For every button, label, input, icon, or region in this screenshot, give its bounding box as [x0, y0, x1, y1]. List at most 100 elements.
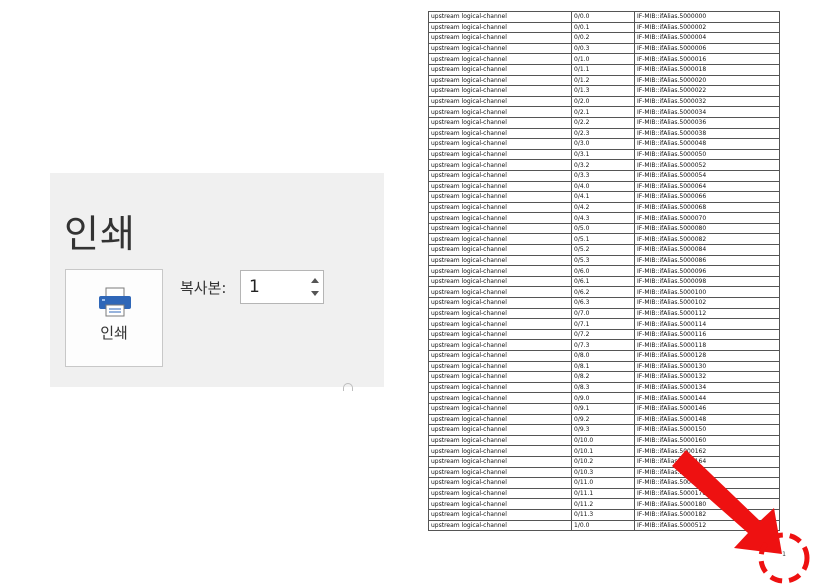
table-cell: upstream logical-channel: [428, 455, 572, 468]
table-cell: 0/8.2: [571, 371, 635, 383]
table-cell: IF-MIB::ifAlias.5000036: [634, 116, 780, 129]
table-cell: upstream logical-channel: [428, 381, 572, 394]
table-cell: IF-MIB::ifAlias.5000098: [634, 275, 780, 288]
table-cell: 0/11.1: [571, 487, 635, 500]
table-row: upstream logical-channel 0/2.0 IF-MIB::ifA…: [428, 95, 780, 108]
table-cell: 0/2.1: [571, 106, 635, 118]
table-cell: 0/4.3: [571, 212, 635, 224]
table-row: upstream logical-channel 0/9.0 IF-MIB::ifA…: [428, 392, 780, 404]
table-cell: IF-MIB::ifAlias.5000052: [634, 159, 780, 171]
table-cell: upstream logical-channel: [428, 95, 572, 108]
table-cell: upstream logical-channel: [428, 53, 572, 65]
table-cell: IF-MIB::ifAlias.5000064: [634, 180, 780, 193]
table-row: upstream logical-channel 0/0.0 IF-MIB::ifA…: [428, 11, 780, 23]
print-button[interactable]: 인쇄: [65, 269, 163, 367]
table-cell: 0/0.2: [571, 32, 635, 44]
table-cell: 0/2.3: [571, 127, 635, 140]
table-cell: IF-MIB::ifAlias.5000096: [634, 265, 780, 277]
table-cell: 0/9.1: [571, 402, 635, 415]
table-cell: 0/1.0: [571, 53, 635, 65]
table-cell: 0/5.3: [571, 254, 635, 267]
table-cell: 0/5.1: [571, 233, 635, 246]
page-number: 1: [782, 551, 786, 558]
table-cell: IF-MIB::ifAlias.5000102: [634, 297, 780, 309]
table-cell: upstream logical-channel: [428, 116, 572, 129]
table-cell: upstream logical-channel: [428, 519, 572, 532]
table-cell: IF-MIB::ifAlias.5000082: [634, 233, 780, 246]
table-cell: 0/1.2: [571, 74, 635, 87]
table-cell: IF-MIB::ifAlias.5000016: [634, 53, 780, 65]
table-cell: 0/8.3: [571, 381, 635, 394]
table-cell: 0/0.0: [571, 11, 635, 23]
table-cell: upstream logical-channel: [428, 297, 572, 309]
table-cell: IF-MIB::ifAlias.5000048: [634, 138, 780, 150]
table-cell: upstream logical-channel: [428, 11, 572, 23]
table-cell: 0/8.0: [571, 350, 635, 362]
table-cell: IF-MIB::ifAlias.5000148: [634, 413, 780, 426]
table-cell: 0/9.0: [571, 392, 635, 404]
table-row: upstream logical-channel 0/8.2 IF-MIB::ifA…: [428, 371, 780, 383]
table-cell: 0/0.1: [571, 21, 635, 34]
table-row: upstream logical-channel 0/0.1 IF-MIB::ifA…: [428, 21, 780, 34]
table-row: upstream logical-channel 0/1.2 IF-MIB::ifA…: [428, 74, 780, 87]
table-cell: upstream logical-channel: [428, 222, 572, 235]
table-cell: upstream logical-channel: [428, 318, 572, 330]
table-row: upstream logical-channel 0/4.2 IF-MIB::ifA…: [428, 201, 780, 214]
table-cell: upstream logical-channel: [428, 233, 572, 246]
table-cell: upstream logical-channel: [428, 424, 572, 436]
table-cell: IF-MIB::ifAlias.5000132: [634, 371, 780, 383]
table-cell: IF-MIB::ifAlias.5000032: [634, 95, 780, 108]
spin-down-icon[interactable]: [308, 287, 322, 301]
table-cell: 1/0.0: [571, 519, 635, 532]
table-row: upstream logical-channel 0/8.1 IF-MIB::ifA…: [428, 360, 780, 373]
dashed-circle-icon: [758, 532, 810, 584]
spin-up-icon[interactable]: [308, 273, 322, 287]
table-cell: upstream logical-channel: [428, 286, 572, 299]
table-row: upstream logical-channel 0/0.3 IF-MIB::ifA…: [428, 42, 780, 55]
table-cell: 0/11.3: [571, 508, 635, 521]
table-cell: 0/10.3: [571, 466, 635, 479]
help-icon: [343, 383, 353, 391]
table-cell: upstream logical-channel: [428, 402, 572, 415]
table-cell: IF-MIB::ifAlias.5000000: [634, 11, 780, 23]
table-row: upstream logical-channel 0/9.1 IF-MIB::ifA…: [428, 402, 780, 415]
table-cell: IF-MIB::ifAlias.5000118: [634, 339, 780, 351]
table-cell: upstream logical-channel: [428, 508, 572, 521]
table-cell: 0/4.1: [571, 191, 635, 203]
table-row: upstream logical-channel 0/10.0 IF-MIB::if…: [428, 434, 780, 447]
table-cell: 0/5.0: [571, 222, 635, 235]
table-cell: IF-MIB::ifAlias.5000128: [634, 350, 780, 362]
table-cell: 0/6.2: [571, 286, 635, 299]
table-cell: 0/4.2: [571, 201, 635, 214]
table-cell: 0/7.1: [571, 318, 635, 330]
table-cell: IF-MIB::ifAlias.5000086: [634, 254, 780, 267]
table-row: upstream logical-channel 0/3.1 IF-MIB::ifA…: [428, 148, 780, 161]
table-cell: 0/7.2: [571, 328, 635, 341]
table-cell: upstream logical-channel: [428, 434, 572, 447]
table-cell: 0/6.1: [571, 275, 635, 288]
table-cell: 0/1.1: [571, 63, 635, 76]
table-cell: upstream logical-channel: [428, 191, 572, 203]
table-cell: IF-MIB::ifAlias.5000116: [634, 328, 780, 341]
table-cell: upstream logical-channel: [428, 106, 572, 118]
table-cell: IF-MIB::ifAlias.5000150: [634, 424, 780, 436]
table-cell: upstream logical-channel: [428, 74, 572, 87]
table-cell: 0/3.2: [571, 159, 635, 171]
table-cell: IF-MIB::ifAlias.5000066: [634, 191, 780, 203]
table-row: upstream logical-channel 0/2.3 IF-MIB::ifA…: [428, 127, 780, 140]
table-cell: upstream logical-channel: [428, 350, 572, 362]
table-row: upstream logical-channel 0/5.0 IF-MIB::ifA…: [428, 222, 780, 235]
table-cell: IF-MIB::ifAlias.5000130: [634, 360, 780, 373]
table-row: upstream logical-channel 0/7.0 IF-MIB::ifA…: [428, 307, 780, 320]
table-cell: upstream logical-channel: [428, 371, 572, 383]
print-panel: 인쇄 인쇄 복사본:: [50, 173, 384, 391]
table-row: upstream logical-channel 0/3.0 IF-MIB::ifA…: [428, 138, 780, 150]
table-row: upstream logical-channel 0/5.3 IF-MIB::ifA…: [428, 254, 780, 267]
table-cell: upstream logical-channel: [428, 466, 572, 479]
table-row: upstream logical-channel 0/4.0 IF-MIB::ifA…: [428, 180, 780, 193]
table-row: upstream logical-channel 0/6.2 IF-MIB::ifA…: [428, 286, 780, 299]
table-cell: 0/10.1: [571, 445, 635, 457]
table-cell: upstream logical-channel: [428, 180, 572, 193]
table-cell: 0/6.0: [571, 265, 635, 277]
table-row: upstream logical-channel 0/9.2 IF-MIB::ifA…: [428, 413, 780, 426]
